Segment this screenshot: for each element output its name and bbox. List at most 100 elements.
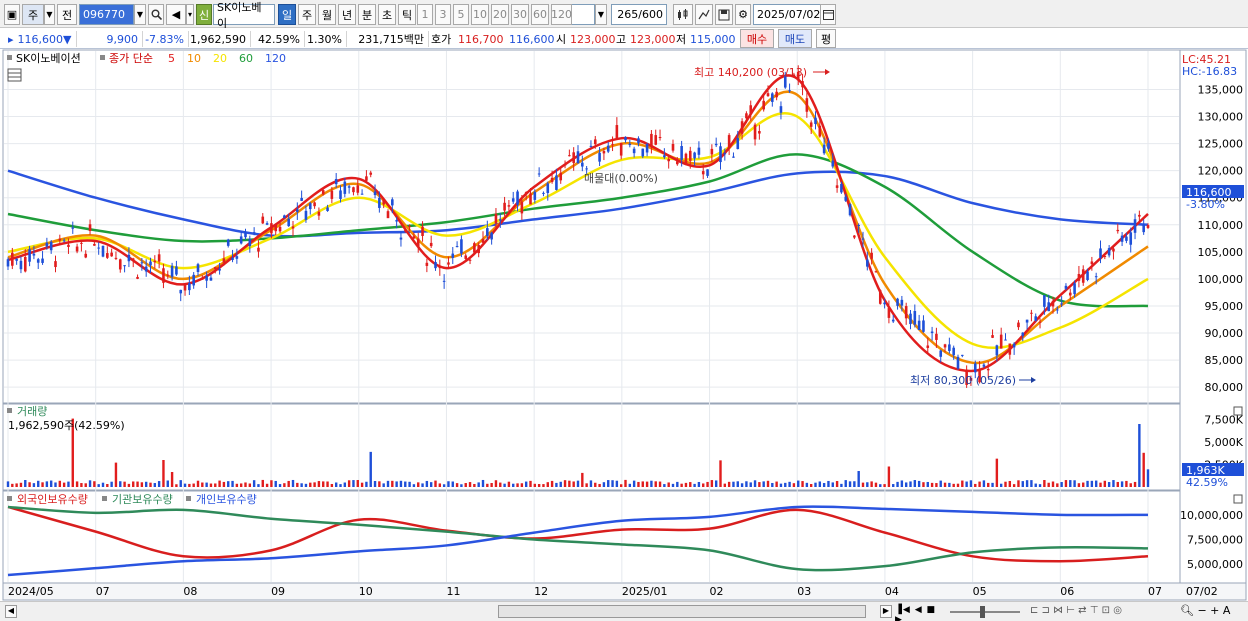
candle-type-icon[interactable] [673,4,693,25]
minute-option-3[interactable]: 3 [435,4,451,25]
period-week-button[interactable]: 주 [22,4,44,25]
date-field[interactable]: 2025/07/02 [753,4,823,25]
candle-body [265,223,269,225]
zoom-slider-handle[interactable] [980,606,985,618]
playback-controls-icon[interactable]: ▐◀ ◀ ■ ▶ [895,605,943,621]
buy-button[interactable]: 매수 [740,29,774,48]
chart-area[interactable]: 135,000130,000125,000120,000115,000110,0… [0,49,1248,621]
volume-bar [922,482,925,487]
new-stock-badge[interactable]: 신 [196,4,212,25]
save-icon[interactable] [715,4,733,25]
scroll-right-icon[interactable]: ▶ [880,605,892,618]
volume-bar [753,480,757,487]
custom-period-dropdown-icon[interactable]: ▼ [595,4,607,25]
candle-body [827,142,830,149]
tab-period-5[interactable]: 초 [378,4,396,25]
volume-bar [935,483,938,487]
low-label: 저 [676,33,687,46]
scroll-left-icon[interactable]: ◀ [5,605,17,618]
candle-body [948,344,951,351]
candle-body [606,145,610,152]
zoom-slider[interactable] [950,611,1020,613]
volume-bar [771,482,774,487]
candle-body [546,183,550,193]
gear-icon[interactable]: ⚙ [735,4,751,25]
count-field[interactable]: 265/600 [611,4,667,25]
candle-body [766,93,770,97]
period-dropdown-icon[interactable]: ▼ [44,4,55,25]
candle-body [866,259,869,267]
volume-bar [602,482,606,487]
candle-body [71,227,75,229]
minute-option-5[interactable]: 5 [453,4,469,25]
speaker-icon[interactable]: ◀ [166,4,186,25]
candle-body [481,239,485,243]
tab-period-6[interactable]: 틱 [398,4,416,25]
volume-bar [1038,484,1042,487]
tab-period-4[interactable]: 분 [358,4,376,25]
minute-option-20[interactable]: 20 [491,4,509,25]
high-price: 123,000 [630,32,676,46]
candle-body [209,277,213,281]
minute-option-1[interactable]: 1 [417,4,433,25]
volume-bar [797,480,800,487]
avg-button[interactable]: 평 [816,29,836,48]
volume-pct-tag: 42.59% [1186,476,1228,489]
volume-bar [524,481,528,487]
tab-period-2[interactable]: 월 [318,4,336,25]
candle-body [559,172,563,181]
volume-bar [218,480,221,487]
volume-bar [736,481,739,487]
candle-body [1129,232,1133,245]
drawing-tools-icon[interactable]: ⊏ ⊐ ⋈ ⊢ ⇄ ⊤ ⊡ ◎ [1030,605,1148,618]
candle-body [991,335,994,338]
sell-button[interactable]: 매도 [778,29,812,48]
candle-body [917,320,921,331]
candle-body [170,265,174,277]
candle-body [632,148,636,154]
scroll-thumb[interactable] [498,605,866,618]
candle-body [611,144,614,146]
volume-bar [455,483,459,487]
volume-bar [904,482,908,487]
code-input[interactable]: 096770 [79,4,134,25]
price-panel-stock-label: SK이노베이션 [16,52,81,65]
candle-body [498,219,502,221]
tab-period-3[interactable]: 년 [338,4,356,25]
candle-body [671,143,675,151]
bottom-scrollbar[interactable]: ◀ ▶ ▐◀ ◀ ■ ▶ ⊏ ⊐ ⋈ ⊢ ⇄ ⊤ ⊡ ◎ 🔍︎ − + A [0,601,1248,621]
prev-button[interactable]: 전 [57,4,77,25]
minute-option-30[interactable]: 30 [511,4,529,25]
tab-period-0[interactable]: 일 [278,4,296,25]
holdings-panel-close-icon[interactable] [1233,494,1243,504]
volume-panel-close-icon[interactable] [1233,406,1243,416]
tab-period-1[interactable]: 주 [298,4,316,25]
low-annotation: 최저 80,300 (05/26) [910,374,1016,387]
candle-body [477,245,480,254]
volume-bar [179,480,182,487]
bid-price: 116,600 [509,32,555,46]
code-dropdown-icon[interactable]: ▼ [134,4,146,25]
legend-square-icon [7,496,12,501]
zoom-controls-icon[interactable]: 🔍︎ − + A [1180,604,1246,619]
search-icon[interactable] [148,4,164,25]
quote-price: ▸ 116,600 ▼ [4,31,77,47]
custom-period-input[interactable] [571,4,595,25]
table-icon[interactable] [7,68,22,82]
stock-name-field[interactable]: SK이노베이 [213,1,275,30]
holdings-axis-tick: 7,500,000 [1187,534,1243,547]
draw-line-icon[interactable] [695,4,713,25]
minute-option-120[interactable]: 120 [551,4,572,25]
volume-bar [1051,481,1055,487]
volume-bar [991,482,994,487]
minute-option-10[interactable]: 10 [471,4,489,25]
candle-body [550,177,554,182]
price-change-pct: -7.83% [145,31,189,47]
calendar-icon[interactable] [820,4,836,25]
collapse-icon[interactable]: ▸ [8,33,14,46]
speaker-dropdown-icon[interactable]: ▾ [186,4,194,25]
candle-body [1060,303,1063,305]
window-icon[interactable]: ▣ [4,4,20,25]
count-value: 265 [617,8,639,21]
minute-option-60[interactable]: 60 [531,4,549,25]
